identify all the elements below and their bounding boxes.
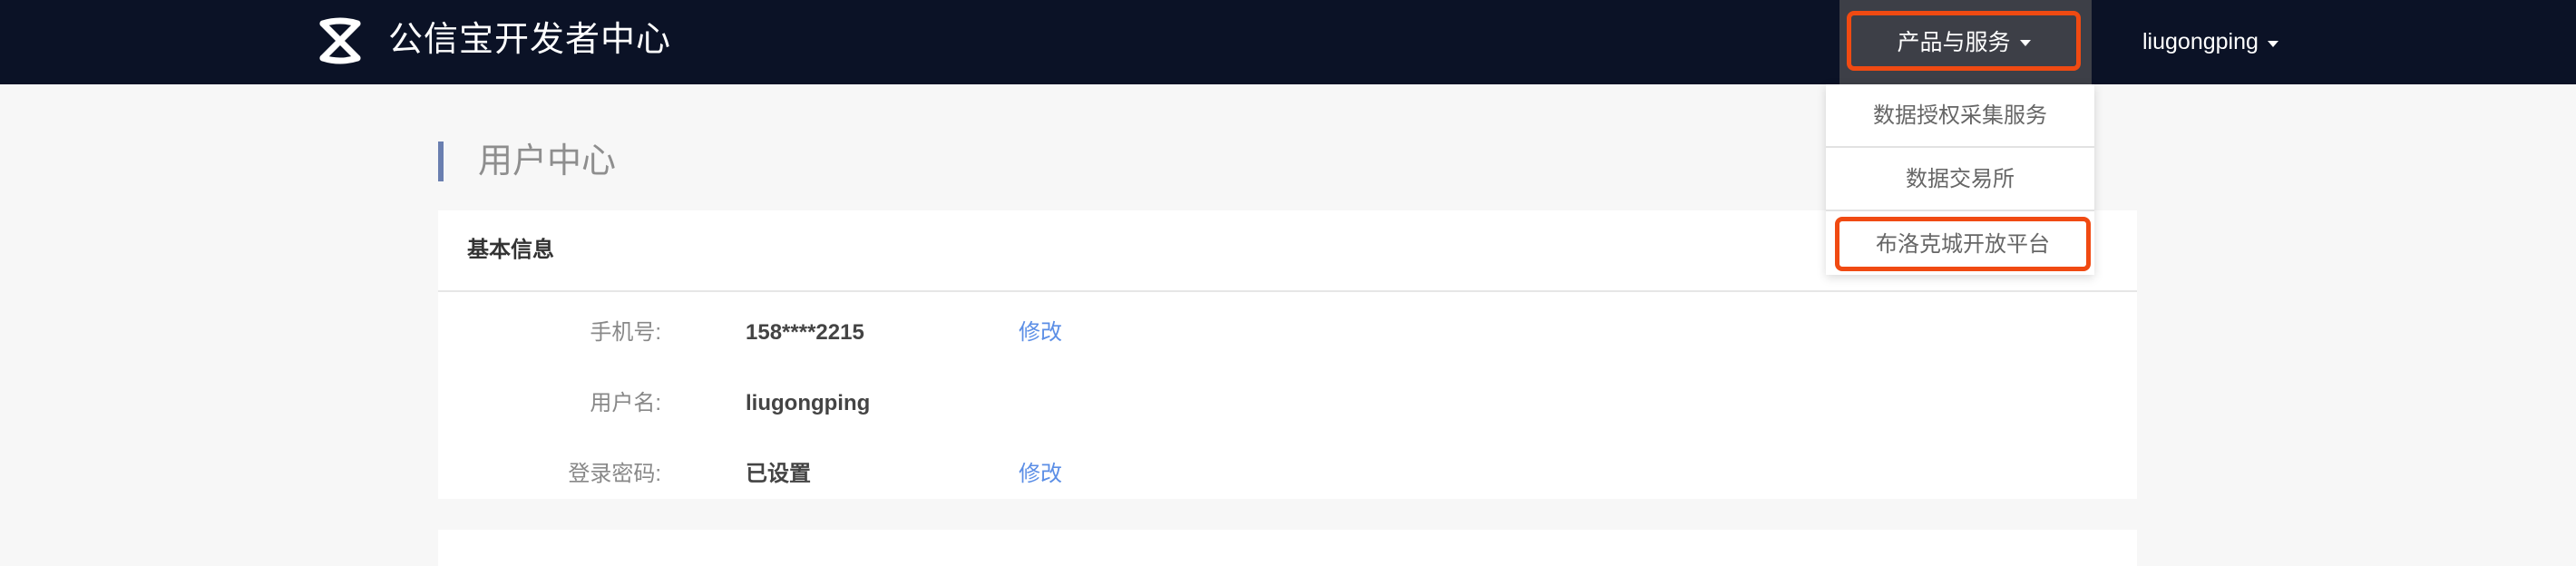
info-row-password: 登录密码: 已设置 修改: [438, 452, 2137, 497]
user-menu-label: liugongping: [2142, 29, 2259, 54]
card-title: 基本信息: [467, 238, 554, 262]
products-dropdown: 数据授权采集服务 数据交易所 布洛克城开放平台: [1826, 84, 2094, 275]
products-menu[interactable]: 产品与服务: [1839, 0, 2092, 84]
caret-down-icon: [2019, 39, 2031, 46]
info-row-phone: 手机号: 158****2215 修改: [438, 310, 2137, 356]
products-menu-button[interactable]: 产品与服务: [1847, 11, 2081, 71]
products-menu-label: 产品与服务: [1897, 30, 2011, 55]
next-card: [438, 530, 2137, 566]
edit-phone-link[interactable]: 修改: [1019, 310, 1062, 356]
x-knot-logo-icon[interactable]: [314, 15, 366, 67]
user-menu[interactable]: liugongping: [2142, 24, 2278, 60]
page-title: 用户中心: [438, 142, 616, 181]
info-row-username: 用户名: liugongping: [438, 381, 2137, 426]
phone-value: 158****2215: [746, 320, 864, 345]
dropdown-item-blockcity-open-platform[interactable]: 布洛克城开放平台: [1835, 217, 2091, 271]
edit-password-link[interactable]: 修改: [1019, 452, 1062, 497]
top-navbar: 公信宝开发者中心 产品与服务 liugongping: [0, 0, 2576, 84]
brand-title[interactable]: 公信宝开发者中心: [388, 15, 671, 65]
password-value: 已设置: [746, 462, 811, 486]
password-label: 登录密码:: [568, 462, 661, 486]
dropdown-item-data-exchange[interactable]: 数据交易所: [1826, 148, 2094, 211]
phone-label: 手机号:: [590, 320, 661, 345]
dropdown-item-data-auth[interactable]: 数据授权采集服务: [1826, 84, 2094, 148]
username-label: 用户名:: [590, 391, 661, 415]
username-value: liugongping: [746, 391, 871, 415]
caret-down-icon: [2267, 40, 2278, 47]
